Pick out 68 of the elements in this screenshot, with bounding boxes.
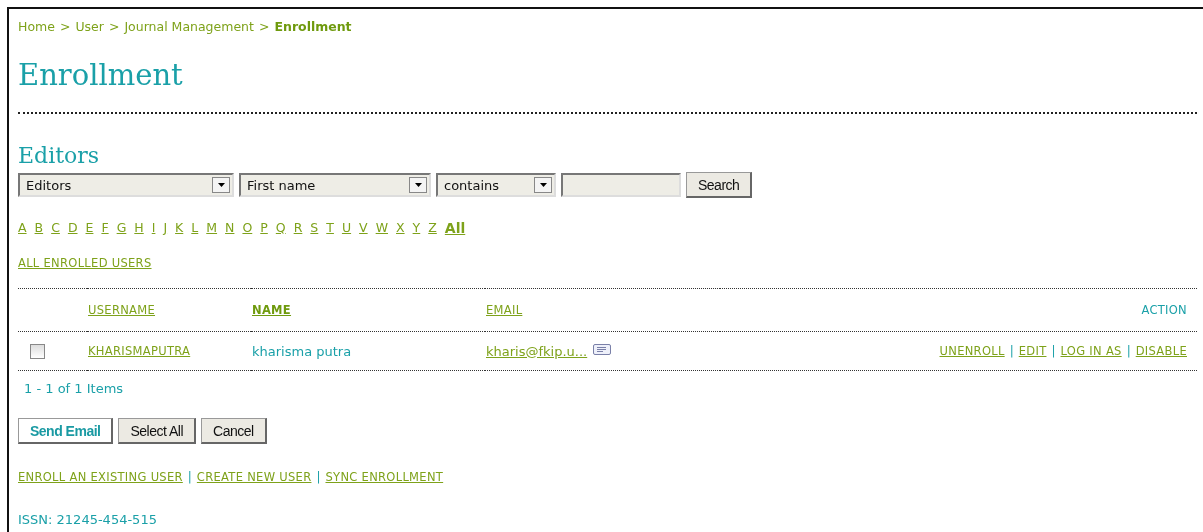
footer-link[interactable]: CREATE NEW USER [196, 470, 312, 484]
checkbox[interactable] [30, 343, 45, 359]
separator: | [1009, 344, 1014, 358]
column-header-link[interactable]: USERNAME [88, 303, 156, 317]
action-button[interactable]: Send Email [18, 418, 114, 444]
envelope-icon[interactable] [593, 343, 612, 355]
footer-link[interactable]: ENROLL AN EXISTING USER [18, 470, 183, 484]
letter-link[interactable]: K [175, 220, 184, 236]
breadcrumb-separator: > [108, 19, 120, 34]
column-header: ACTION [1141, 303, 1187, 317]
dropdown[interactable]: contains [436, 173, 556, 197]
breadcrumb-separator: > [59, 19, 71, 34]
account-name-link[interactable]: KHARISMAPUTRA [88, 344, 191, 358]
separator: | [1126, 344, 1131, 358]
letter-link[interactable]: A [18, 220, 27, 236]
letter-link[interactable]: C [51, 220, 60, 236]
search-field[interactable] [561, 173, 681, 197]
letter-link[interactable]: F [101, 220, 109, 236]
separator: | [187, 470, 192, 484]
name-text: kharisma putra [252, 343, 352, 359]
action-button[interactable]: Select All [118, 418, 197, 444]
separator: | [1051, 344, 1056, 358]
dropdown[interactable]: Editors [18, 173, 234, 197]
dropdown[interactable]: First name [239, 173, 431, 197]
letter-link[interactable]: R [293, 220, 303, 236]
column-header-link[interactable]: EMAIL [486, 303, 523, 317]
letter-link[interactable]: J [163, 220, 168, 236]
page-title: Enrollment [18, 58, 184, 92]
letter-link[interactable]: M [206, 220, 218, 236]
footer-link[interactable]: SYNC ENROLLMENT [325, 470, 444, 484]
column-header-link[interactable]: NAME [252, 303, 292, 317]
letter-link[interactable]: O [242, 220, 253, 236]
letter-link[interactable]: B [34, 220, 44, 236]
letter-link[interactable]: I [151, 220, 156, 236]
letter-link[interactable]: H [134, 220, 144, 236]
letter-link[interactable]: All [444, 220, 466, 236]
letter-link[interactable]: G [116, 220, 127, 236]
letter-link[interactable]: P [260, 220, 268, 236]
action-link[interactable]: LOG IN AS [1060, 344, 1122, 358]
letter-link[interactable]: E [85, 220, 94, 236]
breadcrumb-link[interactable]: User [75, 19, 104, 34]
action-link[interactable]: EDIT [1018, 344, 1047, 358]
breadcrumb-link[interactable]: Home [18, 19, 55, 34]
breadcrumb-link[interactable]: Enrollment [274, 19, 352, 34]
breadcrumb-link[interactable]: Journal Management [124, 19, 254, 34]
letter-link[interactable]: S [310, 220, 319, 236]
issn-text: ISSN: 21245-454-515 [18, 512, 158, 527]
action-link[interactable]: DISABLE [1135, 344, 1187, 358]
letter-link[interactable]: W [375, 220, 388, 236]
action-button[interactable]: Cancel [201, 418, 267, 444]
letter-link[interactable]: T [326, 220, 334, 236]
email-address-link[interactable]: kharis@fkip.u... [486, 343, 588, 359]
section-title: Editors [18, 143, 101, 168]
action-link[interactable]: UNENROLL [939, 344, 1005, 358]
breadcrumb-separator: > [258, 19, 270, 34]
letter-link[interactable]: X [396, 220, 405, 236]
letter-link[interactable]: Z [428, 220, 437, 236]
letter-link[interactable]: V [359, 220, 368, 236]
pagination-text: 1 - 1 of 1 Items [24, 381, 125, 396]
all-enrolled-link[interactable]: ALL ENROLLED USERS [18, 256, 152, 270]
letter-link[interactable]: L [191, 220, 199, 236]
letter-link[interactable]: U [341, 220, 352, 236]
search-button[interactable]: Search [686, 172, 753, 198]
letter-link[interactable]: Y [412, 220, 421, 236]
letter-link[interactable]: N [225, 220, 235, 236]
letter-link[interactable]: D [67, 220, 78, 236]
letter-link[interactable]: Q [275, 220, 286, 236]
separator: | [316, 470, 321, 484]
